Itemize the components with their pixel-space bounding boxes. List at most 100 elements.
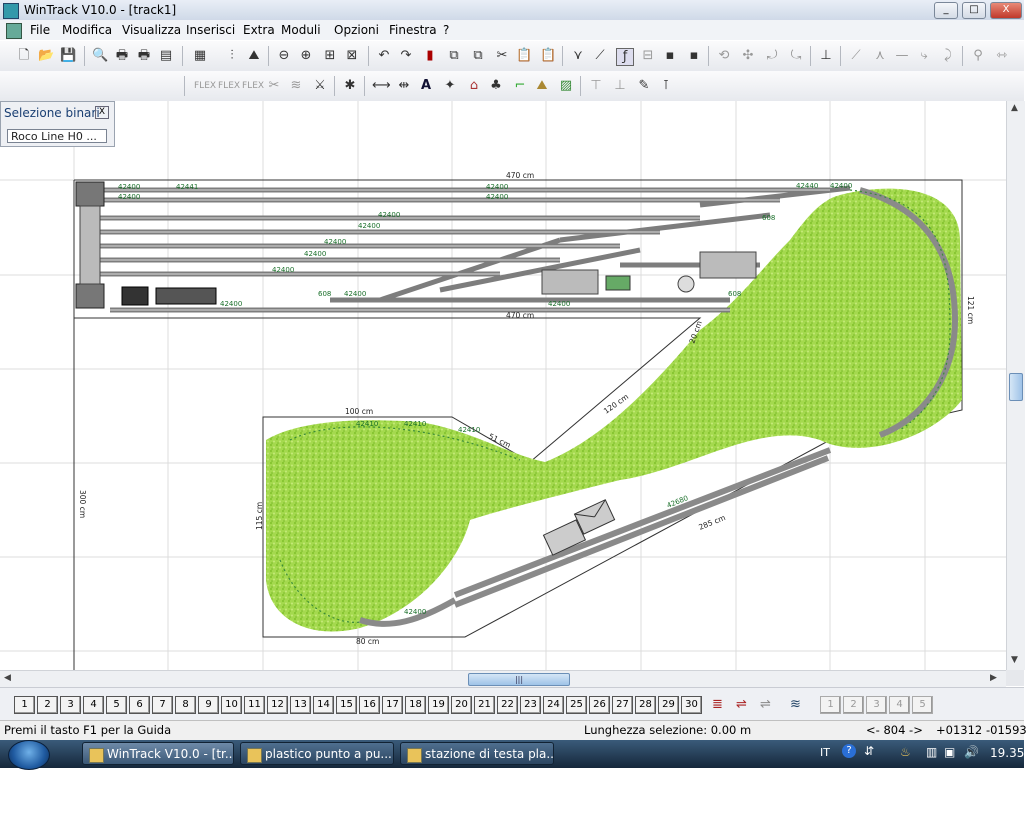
scroll-right-icon[interactable]: ▶ xyxy=(990,673,997,683)
save-icon[interactable]: 💾 xyxy=(60,48,76,64)
slope-icon[interactable]: ⊥ xyxy=(612,78,628,94)
layers-icon[interactable]: ▦ xyxy=(192,48,208,64)
track-system-select[interactable]: Roco Line H0 ... xyxy=(7,129,107,143)
landscape-icon[interactable]: ⛰ xyxy=(246,48,262,64)
panel-close-button[interactable]: X xyxy=(95,106,109,119)
minimize-button[interactable]: _ xyxy=(934,2,958,19)
cut-icon[interactable]: ✂ xyxy=(494,48,510,64)
landscape-paint-icon[interactable]: ▨ xyxy=(558,78,574,94)
network-icon[interactable]: ▥ xyxy=(926,745,937,759)
layer-6-button[interactable]: 6 xyxy=(129,696,150,714)
flex-icon[interactable]: FLEX xyxy=(194,78,216,94)
flex-switch-icon[interactable]: FLEX xyxy=(242,78,264,94)
layer-29-button[interactable]: 29 xyxy=(658,696,679,714)
rotate-90-icon[interactable]: ⤾ xyxy=(764,48,780,64)
layer-3-button[interactable]: 3 xyxy=(60,696,81,714)
shorten-icon[interactable]: ⤸ xyxy=(940,48,956,64)
layer-25-button[interactable]: 25 xyxy=(566,696,587,714)
menu-extra[interactable]: Extra xyxy=(243,23,275,37)
layer-1-button[interactable]: 1 xyxy=(14,696,35,714)
view-1-button[interactable]: 1 xyxy=(820,696,841,714)
dimension-chain-icon[interactable]: ⇹ xyxy=(396,78,412,94)
help-icon[interactable]: ? xyxy=(842,744,856,758)
zoom-all-icon[interactable]: ⊠ xyxy=(344,48,360,64)
menu-file[interactable]: File xyxy=(30,23,50,37)
view-2-button[interactable]: 2 xyxy=(843,696,864,714)
text-icon[interactable]: A xyxy=(418,78,434,94)
print-icon[interactable]: 🖶 xyxy=(114,48,130,64)
cut-track-icon[interactable]: ✂ xyxy=(266,78,282,94)
display-icon[interactable]: ▣ xyxy=(944,745,955,759)
document-icon[interactable] xyxy=(6,23,22,39)
join-icon[interactable]: — xyxy=(894,48,910,64)
layer-5-button[interactable]: 5 xyxy=(106,696,127,714)
signal-icon[interactable]: ✦ xyxy=(442,78,458,94)
bridge-icon[interactable]: ≋ xyxy=(288,78,304,94)
menu-opzioni[interactable]: Opzioni xyxy=(334,23,379,37)
delete-icon[interactable]: ▮ xyxy=(422,48,438,64)
view-5-button[interactable]: 5 xyxy=(912,696,933,714)
layer-9-button[interactable]: 9 xyxy=(198,696,219,714)
menu-help[interactable]: ? xyxy=(443,23,449,37)
print-setup-icon[interactable]: 🖶 xyxy=(136,48,152,64)
group-icon[interactable]: ▪ xyxy=(686,48,702,64)
tray-arrow-icon[interactable]: ⇵ xyxy=(864,744,874,758)
building-icon[interactable]: ⌂ xyxy=(466,78,482,94)
layer-4-button[interactable]: 4 xyxy=(83,696,104,714)
zoom-out-icon[interactable]: ⊖ xyxy=(276,48,292,64)
layer-19-button[interactable]: 19 xyxy=(428,696,449,714)
paste-special-icon[interactable]: 📋 xyxy=(540,48,556,64)
menu-moduli[interactable]: Moduli xyxy=(281,23,321,37)
new-file-icon[interactable]: 🗋 xyxy=(16,48,32,64)
layer-10-button[interactable]: 10 xyxy=(221,696,242,714)
tree-icon[interactable]: ♣ xyxy=(488,78,504,94)
vertical-scroll-thumb[interactable] xyxy=(1009,373,1023,401)
layer-16-button[interactable]: 16 xyxy=(359,696,380,714)
close-button[interactable]: X xyxy=(990,2,1022,19)
insert-track-icon[interactable]: ⊥ xyxy=(818,48,834,64)
flex-track-icon[interactable]: ƒ xyxy=(616,48,634,66)
layer-21-button[interactable]: 21 xyxy=(474,696,495,714)
pillar-icon[interactable]: ⊺ xyxy=(658,78,674,94)
zoom-window-icon[interactable]: ⊞ xyxy=(322,48,338,64)
layer-17-button[interactable]: 17 xyxy=(382,696,403,714)
height-icon[interactable]: ⊤ xyxy=(588,78,604,94)
layer-15-button[interactable]: 15 xyxy=(336,696,357,714)
edit-height-icon[interactable]: ✎ xyxy=(636,78,652,94)
menu-modifica[interactable]: Modifica xyxy=(62,23,112,37)
flex-curve-icon[interactable]: FLEX xyxy=(218,78,240,94)
scroll-down-icon[interactable]: ▼ xyxy=(1011,655,1018,665)
vertical-scrollbar[interactable]: ▲ ▼ xyxy=(1006,101,1025,670)
layer-hide-icon[interactable]: ⇌ xyxy=(760,697,776,713)
road-icon[interactable]: ⌐ xyxy=(512,78,528,94)
layer-8-button[interactable]: 8 xyxy=(175,696,196,714)
scroll-up-icon[interactable]: ▲ xyxy=(1011,103,1018,113)
task-wintrack[interactable]: WinTrack V10.0 - [tr... xyxy=(82,742,234,765)
language-indicator[interactable]: IT xyxy=(820,746,830,759)
layer-30-button[interactable]: 30 xyxy=(681,696,702,714)
layer-27-button[interactable]: 27 xyxy=(612,696,633,714)
print-preview-icon[interactable]: 🔍 xyxy=(92,48,108,64)
layer-edit-icon[interactable]: ⇌ xyxy=(736,697,752,713)
parts-list-icon[interactable]: ▤ xyxy=(158,48,174,64)
layer-2-button[interactable]: 2 xyxy=(37,696,58,714)
layer-12-button[interactable]: 12 xyxy=(267,696,288,714)
dimension-icon[interactable]: ⟷ xyxy=(372,78,391,94)
layer-11-button[interactable]: 11 xyxy=(244,696,265,714)
curve-icon[interactable]: ⟋ xyxy=(592,48,608,64)
task-plastico[interactable]: plastico punto a pu... xyxy=(240,742,394,765)
height-profile-icon[interactable]: ⫶ xyxy=(224,48,240,64)
switch-icon[interactable]: ⋎ xyxy=(570,48,586,64)
find-icon[interactable]: ⚲ xyxy=(970,48,986,64)
layer-stack-icon[interactable]: ≋ xyxy=(790,697,806,713)
connect-icon[interactable]: ⊟ xyxy=(640,48,656,64)
menu-finestra[interactable]: Finestra xyxy=(389,23,437,37)
zoom-in-icon[interactable]: ⊕ xyxy=(298,48,314,64)
undo-icon[interactable]: ↶ xyxy=(376,48,392,64)
measure-icon[interactable]: ⇿ xyxy=(994,48,1010,64)
layer-14-button[interactable]: 14 xyxy=(313,696,334,714)
rotate-icon[interactable]: ⟲ xyxy=(716,48,732,64)
layer-20-button[interactable]: 20 xyxy=(451,696,472,714)
layer-18-button[interactable]: 18 xyxy=(405,696,426,714)
layer-23-button[interactable]: 23 xyxy=(520,696,541,714)
